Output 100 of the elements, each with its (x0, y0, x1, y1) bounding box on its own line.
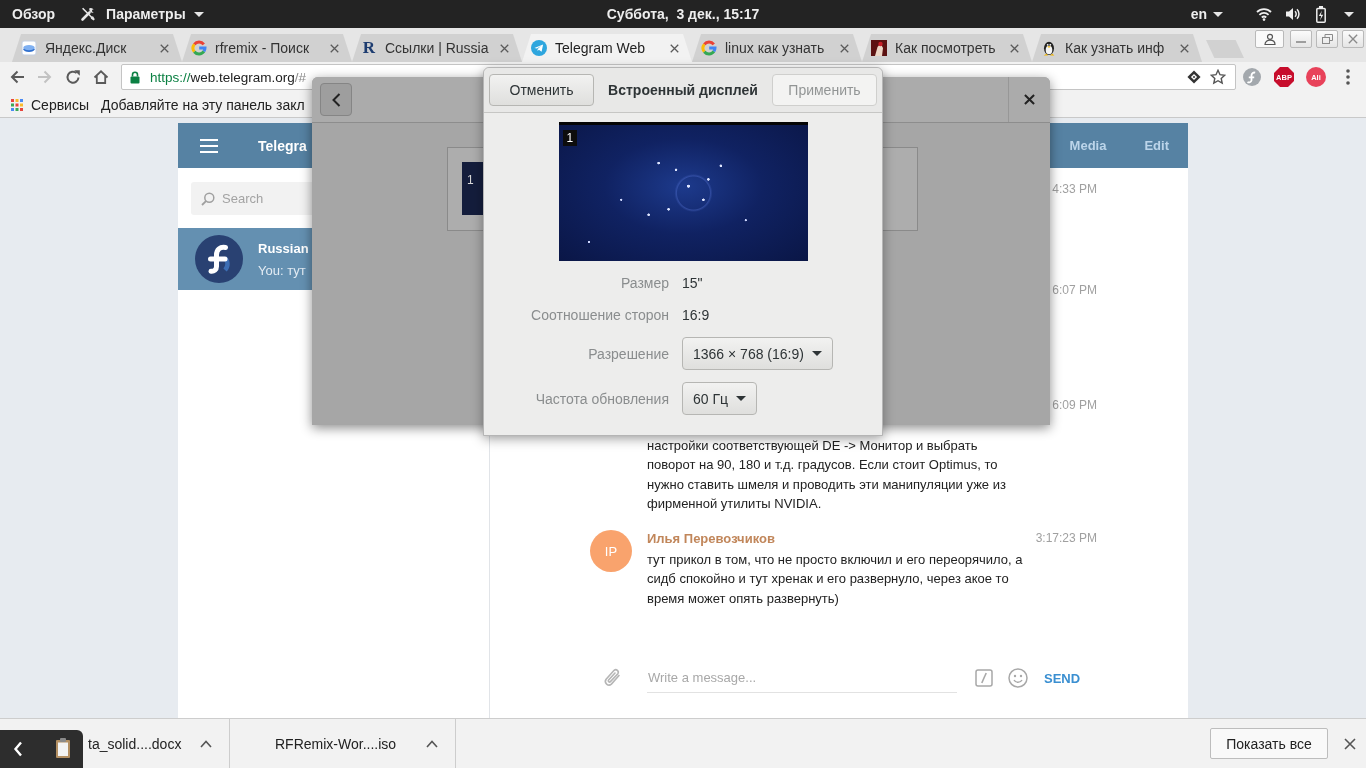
close-icon (839, 43, 849, 53)
search-field[interactable]: Search (191, 182, 312, 215)
caret-down-icon (736, 396, 747, 401)
file-name: ta_solid....docx (88, 735, 182, 752)
diamond-icon (1187, 70, 1201, 84)
browser-tab[interactable]: rfremix - Поиск (182, 34, 352, 62)
close-icon (1179, 43, 1189, 53)
monitor-number: 1 (562, 130, 578, 146)
close-icon (669, 43, 679, 53)
bookmarks-hint: Добавляйте на эту панель закл (101, 96, 305, 113)
menu-button[interactable] (200, 138, 218, 153)
setting-label: Соотношение сторон (530, 306, 669, 325)
setting-label: Размер (619, 274, 669, 293)
close-icon (159, 43, 169, 53)
restore-icon (1321, 34, 1333, 44)
forward-icon (37, 69, 53, 85)
caret-down-icon (1344, 11, 1354, 17)
bookmark-star-button[interactable] (1210, 69, 1226, 85)
setting-label: Разрешение (587, 344, 669, 364)
home-icon (93, 69, 109, 85)
caret-up-icon (200, 739, 212, 748)
app-menu-button[interactable]: Параметры (80, 1, 204, 27)
setting-label: Частота обновления (534, 389, 669, 409)
browser-tab[interactable]: R Ссылки | Russia (352, 34, 522, 62)
battery-icon (1316, 5, 1326, 23)
wifi-icon (1256, 7, 1272, 21)
f-logo-icon (1243, 68, 1261, 86)
menu-icon (1346, 69, 1350, 85)
input-source-button[interactable]: en (1190, 1, 1223, 27)
apps-bookmark-button[interactable]: Сервисы (11, 93, 89, 116)
penguin-icon (1041, 40, 1057, 56)
browser-tab[interactable]: Telegram Web (522, 34, 692, 62)
message-time: 4:33 PM (1052, 182, 1097, 196)
file-name: RFRemix-Wor....iso (275, 735, 397, 752)
star-icon (1210, 69, 1226, 85)
group-logo-icon (195, 235, 243, 283)
restore-button[interactable] (1316, 30, 1338, 48)
setting-value: 16:9 (682, 306, 711, 325)
person-icon (1263, 33, 1276, 45)
message-text: тут прикол в том, что не просто включил и его переорячило, а сидб спокойно и тут хренак и его развернуло, через акое то время может опять развернуть) (647, 551, 1024, 608)
hamburger-icon (200, 138, 218, 153)
close-button[interactable] (1024, 94, 1035, 105)
scroll-left-button[interactable] (0, 730, 42, 768)
chevron-left-icon (331, 92, 341, 107)
search-icon (201, 192, 215, 206)
app-title: Telegra (258, 137, 307, 154)
message-time: 6:07 PM (1052, 283, 1097, 297)
monitor-number: 1 (467, 173, 474, 187)
browser-tab[interactable]: Яндекс.Диск (12, 34, 182, 62)
multicolor-g-icon (191, 40, 207, 56)
cancel-button[interactable]: Отменить (489, 74, 594, 106)
chat-name: Russian (258, 240, 309, 256)
caret-down-icon (811, 351, 822, 356)
image-icon (871, 40, 887, 56)
message-text: настройки соответствующей DE -> Монитор и выбрать поворот на 90, 180 и т.д. градусов. Если стоит Optimus, то нужно ставить шмеля и проводить эти манипуляции уже из фирменной утилиты NVIDIA. (647, 437, 1007, 514)
caret-up-icon (426, 739, 438, 748)
activities-button[interactable]: Обзор (12, 1, 56, 27)
close-window-button[interactable] (1342, 30, 1364, 48)
dropdown-button[interactable]: 60 Гц (682, 382, 758, 415)
setting-value: 15" (682, 274, 704, 293)
author-name: Илья Перевозчиков (647, 531, 776, 546)
caret-down-icon (1213, 11, 1223, 17)
paper-plane-icon (531, 40, 547, 56)
show-all-button[interactable]: Показать все (1210, 728, 1328, 759)
dialog-title: Встроенный дисплей (607, 82, 759, 98)
emoji-button[interactable] (1008, 668, 1028, 688)
apps-grid-icon (11, 98, 23, 111)
url-text: https://web.telegram.org/# (150, 69, 307, 85)
volume-icon (1285, 7, 1301, 21)
back-button[interactable] (320, 83, 352, 116)
close-icon (499, 43, 509, 53)
minimize-button[interactable] (1290, 30, 1312, 48)
chat-preview: You: тут (258, 262, 307, 278)
multicolor-g-icon (701, 40, 717, 56)
profile-button[interactable] (1255, 30, 1284, 48)
tools-icon (80, 6, 97, 22)
caret-down-icon (193, 11, 204, 17)
close-icon (1344, 737, 1356, 750)
browser-tab[interactable]: Как посмотреть (862, 34, 1032, 62)
close-icon (329, 43, 339, 53)
download-item[interactable]: ta_solid....docx (42, 719, 230, 768)
chevron-left-icon (13, 741, 23, 757)
message-time: 6:09 PM (1052, 398, 1097, 412)
dropdown-button[interactable]: 1366 × 768 (16:9) (682, 337, 833, 370)
message-input[interactable]: Write a message... (647, 663, 957, 693)
browser-tab[interactable]: linux как узнать (692, 34, 862, 62)
close-icon (1348, 34, 1358, 44)
commands-button[interactable] (975, 669, 993, 687)
close-downloads-button[interactable] (1343, 736, 1357, 751)
browser-tab[interactable]: Как узнать инф (1032, 34, 1202, 62)
close-icon (1009, 43, 1019, 53)
user-avatar: IP (590, 530, 632, 572)
download-item[interactable]: RFRemix-Wor....iso (230, 719, 456, 768)
close-icon (1024, 94, 1035, 105)
reload-icon (65, 69, 81, 85)
favicon-letter: R (361, 40, 377, 56)
clock-button[interactable]: Суббота, 3 дек., 15:17 (606, 1, 760, 27)
slash-square-icon (975, 669, 993, 687)
back-icon (9, 69, 25, 85)
minimize-icon (1296, 41, 1306, 43)
